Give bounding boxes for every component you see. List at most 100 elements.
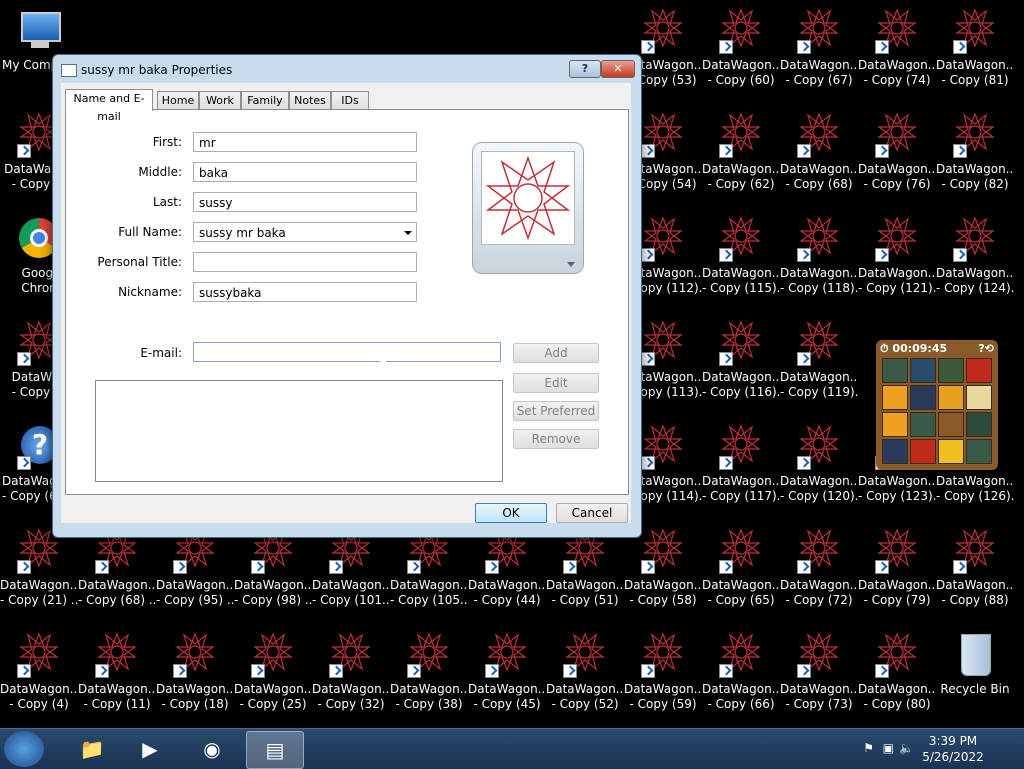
help-button[interactable]: ? [569,60,601,78]
desktop-icon-label: DataWagon... [546,682,624,696]
puzzle-tile[interactable] [882,439,908,464]
desktop-icon-recycle-bin[interactable]: Recycle Bin [936,624,1014,728]
puzzle-tile[interactable] [938,385,964,410]
shortcut-arrow-icon [173,664,187,678]
desktop-shortcut[interactable]: DataWagon... - Copy (80) [858,624,936,728]
desktop-shortcut[interactable]: DataWagon... - Copy (121)... [858,208,936,312]
remove-email-button[interactable]: Remove [513,429,599,449]
desktop-shortcut[interactable]: DataWagon... - Copy (76) [858,104,936,208]
desktop-shortcut[interactable]: DataWagon... - Copy (66) [702,624,780,728]
first-name-field[interactable]: mr [193,132,417,152]
desktop-icon-label: DataWagon... [156,682,234,696]
desktop-shortcut[interactable]: DataWagon... - Copy (52) [546,624,624,728]
full-name-combobox[interactable]: sussy mr baka [193,222,417,242]
middle-name-field[interactable]: baka [193,162,417,182]
desktop-shortcut[interactable]: DataWagon... - Copy (18) [156,624,234,728]
nickname-field[interactable]: sussybaka [193,282,417,302]
desktop-shortcut[interactable]: DataWagon... - Copy (81) [936,0,1014,104]
desktop-shortcut[interactable]: DataWagon... - Copy (59) [624,624,702,728]
desktop-icon-label: - Copy (59) [629,697,697,711]
email-field[interactable] [193,342,501,362]
puzzle-tile[interactable] [882,385,908,410]
network-icon[interactable]: ▣ [883,741,894,755]
datawagon-star-icon [873,110,921,158]
desktop-shortcut[interactable]: DataWagon... - Copy (120)... [780,416,858,520]
datawagon-star-icon [405,630,453,678]
desktop-shortcut[interactable]: DataWagon... - Copy (119)... [780,312,858,416]
puzzle-tile[interactable] [938,439,964,464]
desktop-shortcut[interactable]: DataWagon... - Copy (79) [858,520,936,624]
desktop-shortcut[interactable]: DataWagon... - Copy (88) [936,520,1014,624]
shortcut-arrow-icon [407,664,421,678]
desktop-shortcut[interactable]: DataWagon... - Copy (124)... [936,208,1014,312]
desktop-shortcut[interactable]: DataWagon... - Copy (38) [390,624,468,728]
picture-puzzle-gadget[interactable]: ⏱ 00:09:45 ?⟲ [876,340,998,470]
desktop-shortcut[interactable]: DataWagon... - Copy (32) [312,624,390,728]
chevron-down-icon[interactable] [404,231,412,235]
volume-icon[interactable]: 🔈 [899,741,914,755]
desktop-shortcut[interactable]: DataWagon... - Copy (67) [780,0,858,104]
desktop-icon-label: DataWagon... [702,370,780,384]
puzzle-tile[interactable] [966,385,992,410]
set-preferred-button[interactable]: Set Preferred [513,401,599,421]
shortcut-arrow-icon [485,560,499,574]
desktop-icon-label: DataWagon... [0,682,78,696]
puzzle-tile[interactable] [938,358,964,383]
desktop-shortcut[interactable]: DataWagon... - Copy (115)... [702,208,780,312]
dialog-titlebar[interactable]: sussy mr baka Properties ? ✕ [53,55,641,83]
desktop-shortcut[interactable]: DataWagon... - Copy (73) [780,624,858,728]
contact-picture[interactable] [472,142,584,274]
personal-title-field[interactable] [193,252,417,272]
desktop-shortcut[interactable]: DataWagon... - Copy (74) [858,0,936,104]
taskbar-contacts-icon[interactable]: ▤ [246,731,304,769]
email-list[interactable] [95,380,503,482]
datawagon-star-icon [483,630,531,678]
desktop-shortcut[interactable]: DataWagon... - Copy (4) [0,624,78,728]
last-name-field[interactable]: sussy [193,192,417,212]
desktop-shortcut[interactable]: DataWagon... - Copy (116)... [702,312,780,416]
tab-home[interactable]: Home [157,91,199,110]
puzzle-tile[interactable] [966,358,992,383]
puzzle-tile[interactable] [966,439,992,464]
cancel-button[interactable]: Cancel [556,503,628,523]
tab-name-and-email[interactable]: Name and E-mail [65,89,153,123]
puzzle-tile[interactable] [882,412,908,437]
desktop-shortcut[interactable]: DataWagon... - Copy (72) [780,520,858,624]
tab-ids[interactable]: IDs [331,91,369,110]
add-email-button[interactable]: Add [513,343,599,363]
clock[interactable]: 3:39 PM 5/26/2022 [918,733,988,765]
puzzle-grid[interactable] [882,358,992,464]
taskbar-chrome-icon[interactable]: ◉ [184,731,240,767]
puzzle-tile[interactable] [910,385,936,410]
puzzle-tile[interactable] [966,412,992,437]
tab-family[interactable]: Family [241,91,289,110]
desktop-shortcut[interactable]: DataWagon... - Copy (62) [702,104,780,208]
puzzle-tile[interactable] [910,358,936,383]
puzzle-tile[interactable] [938,412,964,437]
desktop-shortcut[interactable]: DataWagon... - Copy (118)... [780,208,858,312]
desktop-shortcut[interactable]: DataWagon... - Copy (82) [936,104,1014,208]
edit-email-button[interactable]: Edit [513,373,599,393]
desktop-shortcut[interactable]: DataWagon... - Copy (65) [702,520,780,624]
desktop-icon-label: DataWagon... [234,578,312,592]
picture-menu-chevron-icon[interactable] [567,262,575,267]
tab-notes[interactable]: Notes [289,91,331,110]
start-button[interactable] [4,731,44,767]
puzzle-tile[interactable] [910,439,936,464]
close-button[interactable]: ✕ [601,60,635,78]
ok-button[interactable]: OK [475,503,547,523]
desktop-shortcut[interactable]: DataWagon... - Copy (60) [702,0,780,104]
tab-work[interactable]: Work [199,91,241,110]
puzzle-tile[interactable] [910,412,936,437]
taskbar-media-player-icon[interactable]: ▶ [122,731,178,767]
desktop-shortcut[interactable]: DataWagon... - Copy (11) [78,624,156,728]
desktop-shortcut[interactable]: DataWagon... - Copy (68) [780,104,858,208]
desktop-shortcut[interactable]: DataWagon... - Copy (117)... [702,416,780,520]
puzzle-controls-icon[interactable]: ?⟲ [978,342,994,356]
desktop-shortcut[interactable]: DataWagon... - Copy (25) [234,624,312,728]
action-center-icon[interactable]: ⚑ [863,741,874,755]
datawagon-star-icon [951,214,999,262]
taskbar-explorer-icon[interactable]: 📁 [64,731,120,767]
puzzle-tile[interactable] [882,358,908,383]
desktop-shortcut[interactable]: DataWagon... - Copy (45) [468,624,546,728]
